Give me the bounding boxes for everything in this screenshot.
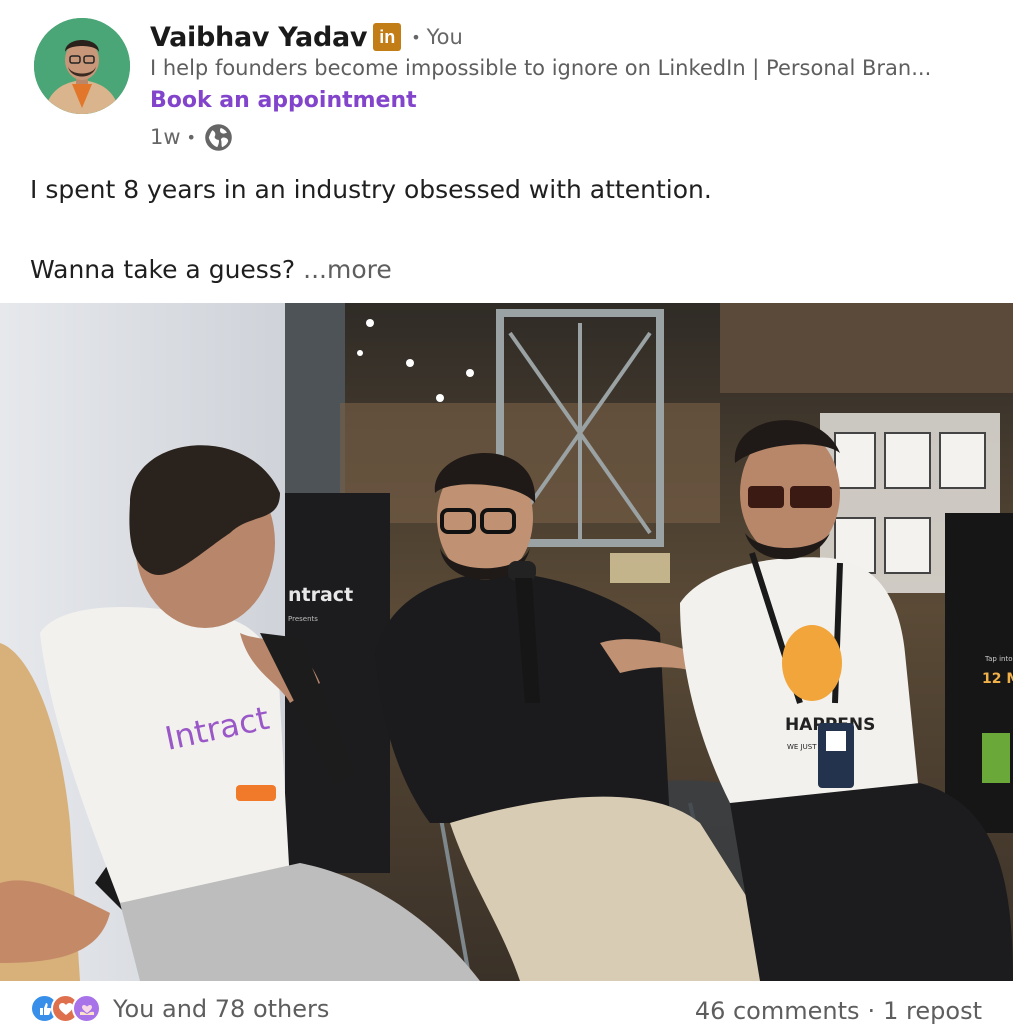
post-header: Vaibhav Yadav in • You I help founders b… xyxy=(0,0,1018,160)
sign-text: ntract xyxy=(288,584,353,606)
linkedin-badge-icon: in xyxy=(373,23,402,51)
screen-subtext: Tap into xyxy=(984,655,1012,663)
post-text-line: Wanna take a guess? ...more xyxy=(30,250,990,290)
post-text-fragment: Wanna take a guess? xyxy=(30,255,296,284)
see-more-button[interactable]: ...more xyxy=(303,255,392,284)
globe-icon[interactable] xyxy=(204,123,233,152)
separator-dot: · xyxy=(867,997,876,1025)
book-appointment-link[interactable]: Book an appointment xyxy=(150,88,417,113)
reposts-count-link[interactable]: 1 repost xyxy=(883,997,982,1025)
post-meta: 1w • xyxy=(150,122,233,152)
reactions-summary[interactable]: You and 78 others xyxy=(30,994,329,1023)
engagement-counts: 46 comments · 1 repost xyxy=(695,997,982,1025)
support-icon xyxy=(72,994,101,1023)
separator-dot: • xyxy=(186,127,196,147)
author-name[interactable]: Vaibhav Yadav xyxy=(150,22,368,53)
sign-subtext: Presents xyxy=(288,615,318,623)
author-row: Vaibhav Yadav in • You xyxy=(150,18,463,56)
avatar-image xyxy=(34,18,130,114)
post-text-line: I spent 8 years in an industry obsessed … xyxy=(30,175,712,204)
screen-text: 12 M xyxy=(982,671,1013,687)
author-avatar[interactable] xyxy=(34,18,130,114)
comments-count-link[interactable]: 46 comments xyxy=(695,997,860,1025)
author-headline: I help founders become impossible to ign… xyxy=(150,56,932,80)
panel-discussion-photo: ntract Presents 12 M Tap into Intract xyxy=(0,303,1013,981)
separator-dot: • xyxy=(411,27,421,47)
post-body: I spent 8 years in an industry obsessed … xyxy=(30,170,990,290)
social-counts: You and 78 others 46 comments · 1 repost xyxy=(0,984,1018,1032)
relation-label: You xyxy=(426,25,463,49)
reactions-count[interactable]: You and 78 others xyxy=(113,995,329,1023)
shirt2-subtext: WE JUST xyxy=(787,743,817,751)
post-image[interactable]: ntract Presents 12 M Tap into Intract xyxy=(0,303,1013,981)
post-age: 1w xyxy=(150,125,181,149)
